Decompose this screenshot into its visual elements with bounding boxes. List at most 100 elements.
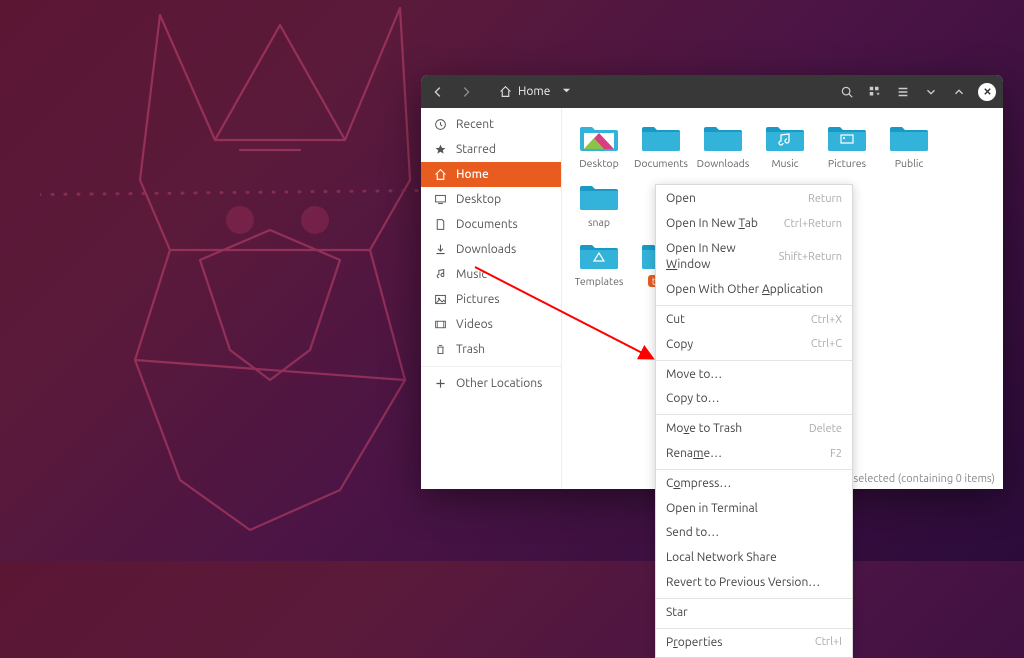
- close-button[interactable]: [978, 83, 996, 101]
- download-icon: [433, 243, 447, 256]
- context-menu-accelerator: Ctrl+X: [811, 313, 842, 328]
- sidebar-item-label: Downloads: [456, 243, 516, 256]
- context-menu-item[interactable]: Open in Terminal: [656, 497, 852, 522]
- context-menu-item[interactable]: Open In New Tab Ctrl+Return: [656, 212, 852, 237]
- file-tile[interactable]: Desktop: [568, 118, 630, 177]
- search-button[interactable]: [834, 79, 860, 105]
- context-menu-label: Revert to Previous Version…: [666, 575, 820, 592]
- minimize-button[interactable]: [918, 79, 944, 105]
- file-tile[interactable]: Music: [754, 118, 816, 177]
- sidebar-item-music[interactable]: Music: [421, 262, 561, 287]
- sidebar-item-recent[interactable]: Recent: [421, 112, 561, 137]
- context-menu-item[interactable]: Revert to Previous Version…: [656, 571, 852, 596]
- desktop-icon: [433, 193, 447, 206]
- dropdown-icon: [562, 85, 571, 98]
- titlebar: Home: [421, 75, 1003, 108]
- home-icon: [499, 85, 512, 98]
- hamburger-menu-button[interactable]: [890, 79, 916, 105]
- context-menu-label: Open With Other Application: [666, 282, 823, 299]
- context-menu-item[interactable]: Copy to…: [656, 387, 852, 412]
- context-menu-item[interactable]: Move to Trash Delete: [656, 417, 852, 442]
- folder-icon: [887, 121, 931, 153]
- file-label: Public: [895, 157, 924, 169]
- sidebar-item-home[interactable]: Home: [421, 162, 561, 187]
- context-menu-item[interactable]: Open In New WindowShift+Return: [656, 237, 852, 279]
- file-label: Music: [771, 157, 798, 169]
- file-label: Documents: [634, 157, 688, 169]
- trash-icon: [433, 343, 447, 356]
- sidebar-item-downloads[interactable]: Downloads: [421, 237, 561, 262]
- context-menu-accelerator: Shift+Return: [779, 250, 842, 265]
- context-menu: OpenReturnOpen In New TabCtrl+ReturnOpen…: [655, 184, 853, 658]
- context-menu-item[interactable]: Star: [656, 601, 852, 626]
- context-menu-separator: [656, 628, 852, 629]
- context-menu-accelerator: Ctrl+I: [815, 635, 842, 650]
- context-menu-item[interactable]: Compress…: [656, 472, 852, 497]
- sidebar-item-other-locations[interactable]: Other Locations: [421, 371, 561, 396]
- context-menu-item[interactable]: OpenReturn: [656, 187, 852, 212]
- folder-icon: [577, 180, 621, 212]
- file-label: Desktop: [579, 157, 618, 169]
- file-tile[interactable]: Documents: [630, 118, 692, 177]
- maximize-button[interactable]: [946, 79, 972, 105]
- sidebar: Recent Starred Home Desktop: [421, 108, 562, 489]
- sidebar-item-videos[interactable]: Videos: [421, 312, 561, 337]
- context-menu-item[interactable]: CopyCtrl+C: [656, 333, 852, 358]
- context-menu-item[interactable]: PropertiesCtrl+I: [656, 631, 852, 656]
- context-menu-accelerator: Ctrl+C: [811, 337, 842, 352]
- file-tile[interactable]: Pictures: [816, 118, 878, 177]
- context-menu-label: Open In New Tab: [666, 216, 758, 233]
- breadcrumb[interactable]: Home: [489, 79, 581, 105]
- sidebar-divider: [421, 366, 561, 367]
- context-menu-label: Move to Trash: [666, 421, 742, 438]
- context-menu-separator: [656, 360, 852, 361]
- plus-icon: [433, 377, 447, 390]
- file-tile[interactable]: Templates: [568, 236, 630, 295]
- context-menu-item[interactable]: Move to…: [656, 363, 852, 388]
- sidebar-item-label: Trash: [456, 343, 485, 356]
- context-menu-item[interactable]: Rename…F2: [656, 442, 852, 467]
- context-menu-separator: [656, 469, 852, 470]
- context-menu-item[interactable]: Send to…: [656, 521, 852, 546]
- context-menu-label: Cut: [666, 312, 685, 329]
- context-menu-accelerator: F2: [830, 447, 842, 462]
- context-menu-accelerator: Ctrl+Return: [784, 217, 842, 232]
- sidebar-item-desktop[interactable]: Desktop: [421, 187, 561, 212]
- sidebar-item-documents[interactable]: Documents: [421, 212, 561, 237]
- sidebar-item-label: Starred: [456, 143, 496, 156]
- context-menu-label: Open in Terminal: [666, 501, 758, 518]
- sidebar-item-starred[interactable]: Starred: [421, 137, 561, 162]
- sidebar-item-label: Videos: [456, 318, 493, 331]
- document-icon: [433, 218, 447, 231]
- context-menu-accelerator: Delete: [809, 422, 842, 437]
- music-icon: [433, 268, 447, 281]
- file-label: snap: [588, 216, 610, 228]
- context-menu-item[interactable]: Cut Ctrl+X: [656, 308, 852, 333]
- folder-icon: [701, 121, 745, 153]
- file-tile[interactable]: snap: [568, 177, 630, 236]
- context-menu-item[interactable]: Open With Other Application: [656, 278, 852, 303]
- sidebar-item-label: Documents: [456, 218, 518, 231]
- folder-icon: [763, 121, 807, 153]
- star-icon: [433, 143, 447, 156]
- breadcrumb-label: Home: [518, 85, 550, 98]
- context-menu-separator: [656, 414, 852, 415]
- file-tile[interactable]: Downloads: [692, 118, 754, 177]
- sidebar-item-pictures[interactable]: Pictures: [421, 287, 561, 312]
- folder-icon: [577, 239, 621, 271]
- forward-button[interactable]: [453, 79, 479, 105]
- context-menu-label: Compress…: [666, 476, 731, 493]
- context-menu-item[interactable]: Local Network Share: [656, 546, 852, 571]
- context-menu-separator: [656, 305, 852, 306]
- context-menu-label: Open In New Window: [666, 241, 779, 275]
- folder-icon: [825, 121, 869, 153]
- context-menu-label: Star: [666, 605, 688, 622]
- video-icon: [433, 318, 447, 331]
- back-button[interactable]: [425, 79, 451, 105]
- file-tile[interactable]: Public: [878, 118, 940, 177]
- folder-icon: [639, 121, 683, 153]
- picture-icon: [433, 293, 447, 306]
- sidebar-item-trash[interactable]: Trash: [421, 337, 561, 362]
- view-options-button[interactable]: [862, 79, 888, 105]
- sidebar-item-label: Home: [456, 168, 489, 181]
